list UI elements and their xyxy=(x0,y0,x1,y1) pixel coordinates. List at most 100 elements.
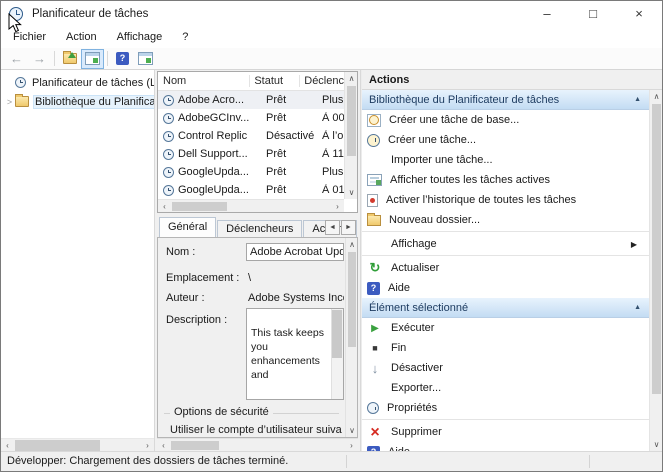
column-header-statut[interactable]: Statut xyxy=(250,75,300,87)
actions-list: Bibliothèque du Planificateur de tâches▲… xyxy=(362,90,649,451)
end-icon xyxy=(367,341,383,356)
scrollbar-thumb[interactable] xyxy=(347,86,356,156)
scroll-left-icon[interactable]: ‹ xyxy=(158,200,171,213)
scrollbar-thumb[interactable] xyxy=(172,202,227,211)
author-label: Auteur : xyxy=(166,292,205,304)
task-row[interactable]: Adobe Acro...PrêtPlusieur xyxy=(158,91,344,109)
collapse-icon[interactable]: ▲ xyxy=(634,304,641,311)
tree-item-library[interactable]: > Bibliothèque du Planificat xyxy=(1,92,154,111)
description-field[interactable]: This task keeps you enhancements and xyxy=(246,308,344,400)
tab-scroll-left-icon[interactable]: ◄ xyxy=(325,220,340,235)
tab-declencheurs[interactable]: Déclencheurs xyxy=(217,220,302,237)
task-row[interactable]: GoogleUpda...PrêtPlusieur xyxy=(158,163,344,181)
column-header-nom[interactable]: Nom xyxy=(158,75,250,87)
description-scrollbar[interactable] xyxy=(331,309,343,399)
run-icon xyxy=(367,321,383,336)
action-item[interactable]: Activer l’historique de toutes les tâche… xyxy=(362,190,649,210)
actions-section-header[interactable]: Bibliothèque du Planificateur de tâches▲ xyxy=(362,90,649,110)
scrollbar-thumb[interactable] xyxy=(171,441,219,450)
task-row[interactable]: AdobeGCInv...PrêtÀ 00:29 xyxy=(158,109,344,127)
action-item-label: Importer une tâche... xyxy=(391,154,649,166)
menu-help[interactable]: ? xyxy=(172,28,198,47)
scrollbar-thumb[interactable] xyxy=(348,252,356,347)
name-field[interactable]: Adobe Acrobat Upd xyxy=(246,243,344,261)
task-row[interactable]: Dell Support...PrêtÀ 11:08 xyxy=(158,145,344,163)
action-item[interactable]: Exécuter xyxy=(362,318,649,338)
help-button[interactable] xyxy=(111,49,134,69)
task-name: Adobe Acro... xyxy=(178,94,262,106)
new-folder-icon xyxy=(367,215,381,226)
detail-horizontal-scrollbar[interactable]: ‹ › xyxy=(157,438,358,451)
task-clock-icon xyxy=(163,167,174,178)
chevron-right-icon[interactable]: > xyxy=(4,97,15,107)
actions-pane: Actions Bibliothèque du Planificateur de… xyxy=(361,70,662,451)
tab-scroll-right-icon[interactable]: ► xyxy=(341,220,356,235)
action-item-label: Affichage xyxy=(391,238,631,250)
show-console-tree-button[interactable] xyxy=(81,49,104,69)
show-action-pane-button[interactable] xyxy=(134,49,157,69)
action-item[interactable]: Propriétés xyxy=(362,398,649,418)
tab-general[interactable]: Général xyxy=(159,217,216,237)
collapse-icon[interactable]: ▲ xyxy=(634,96,641,103)
column-header-declencheurs[interactable]: Déclenc xyxy=(300,75,344,87)
actions-pane-title: Actions xyxy=(362,70,662,90)
task-status: Prêt xyxy=(262,148,318,160)
action-item[interactable]: Affichage▶ xyxy=(362,234,649,254)
action-item[interactable]: Aide xyxy=(362,278,649,298)
scroll-up-icon[interactable]: ∧ xyxy=(345,72,358,85)
minimize-button[interactable]: – xyxy=(524,1,570,27)
up-one-level-button[interactable] xyxy=(58,49,81,69)
action-item[interactable]: Aide xyxy=(362,442,649,451)
scroll-down-icon[interactable]: ∨ xyxy=(345,186,358,199)
action-item[interactable]: Actualiser xyxy=(362,258,649,278)
folder-up-icon xyxy=(63,53,77,64)
action-item-label: Actualiser xyxy=(391,262,649,274)
action-item[interactable]: Fin xyxy=(362,338,649,358)
task-trigger: Plusieur xyxy=(318,166,344,178)
scrollbar-thumb[interactable] xyxy=(652,104,661,394)
description-text: This task keeps you enhancements and xyxy=(251,327,324,381)
scrollbar-thumb[interactable] xyxy=(332,310,342,358)
scroll-up-icon[interactable]: ∧ xyxy=(650,90,663,103)
detail-vertical-scrollbar[interactable]: ∧ ∨ xyxy=(345,238,357,437)
action-item[interactable]: Désactiver xyxy=(362,358,649,378)
task-trigger: À 11:08 xyxy=(318,148,344,160)
task-status: Prêt xyxy=(262,184,318,196)
task-row[interactable]: GoogleUpda...PrêtÀ 01:57 xyxy=(158,181,344,199)
task-list: Nom Statut Déclenc Adobe Acro...PrêtPlus… xyxy=(157,71,358,213)
separator xyxy=(362,419,649,420)
actions-vertical-scrollbar[interactable]: ∧ ∨ xyxy=(649,90,662,451)
action-item[interactable]: Exporter... xyxy=(362,378,649,398)
task-list-vertical-scrollbar[interactable]: ∧ ∨ xyxy=(344,72,357,199)
task-list-body: Adobe Acro...PrêtPlusieurAdobeGCInv...Pr… xyxy=(158,91,344,199)
action-item[interactable]: Afficher toutes les tâches actives xyxy=(362,170,649,190)
scrollbar-thumb[interactable] xyxy=(15,440,100,451)
menu-fichier[interactable]: Fichier xyxy=(3,28,56,47)
action-item[interactable]: Supprimer xyxy=(362,422,649,442)
toolbar: ← → xyxy=(1,48,662,70)
tree-horizontal-scrollbar[interactable]: ‹ › xyxy=(1,438,154,451)
action-item[interactable]: Importer une tâche... xyxy=(362,150,649,170)
tree-item-root[interactable]: Planificateur de tâches (Local xyxy=(1,73,154,92)
scroll-right-icon[interactable]: › xyxy=(331,200,344,213)
user-account-text: Utiliser le compte d’utilisateur suiva⌄ xyxy=(170,424,353,436)
action-item[interactable]: Créer une tâche... xyxy=(362,130,649,150)
close-button[interactable]: × xyxy=(616,1,662,27)
actions-section-header[interactable]: Élément sélectionné▲ xyxy=(362,298,649,318)
back-button[interactable]: ← xyxy=(5,49,28,69)
action-item-label: Nouveau dossier... xyxy=(389,214,649,226)
forward-button[interactable]: → xyxy=(28,49,51,69)
clock-icon xyxy=(15,77,26,88)
menu-affichage[interactable]: Affichage xyxy=(107,28,173,47)
task-row[interactable]: Control ReplicDésactivéÀ l’ouve xyxy=(158,127,344,145)
task-trigger: À 01:57 xyxy=(318,184,344,196)
scroll-down-icon[interactable]: ∨ xyxy=(346,424,358,437)
task-list-horizontal-scrollbar[interactable]: ‹ › xyxy=(158,199,344,212)
action-item[interactable]: Créer une tâche de base... xyxy=(362,110,649,130)
maximize-button[interactable]: □ xyxy=(570,1,616,27)
menu-action[interactable]: Action xyxy=(56,28,107,47)
results-pane: Nom Statut Déclenc Adobe Acro...PrêtPlus… xyxy=(155,70,361,451)
scroll-up-icon[interactable]: ∧ xyxy=(346,238,358,251)
action-item[interactable]: Nouveau dossier... xyxy=(362,210,649,230)
scroll-down-icon[interactable]: ∨ xyxy=(650,438,663,451)
